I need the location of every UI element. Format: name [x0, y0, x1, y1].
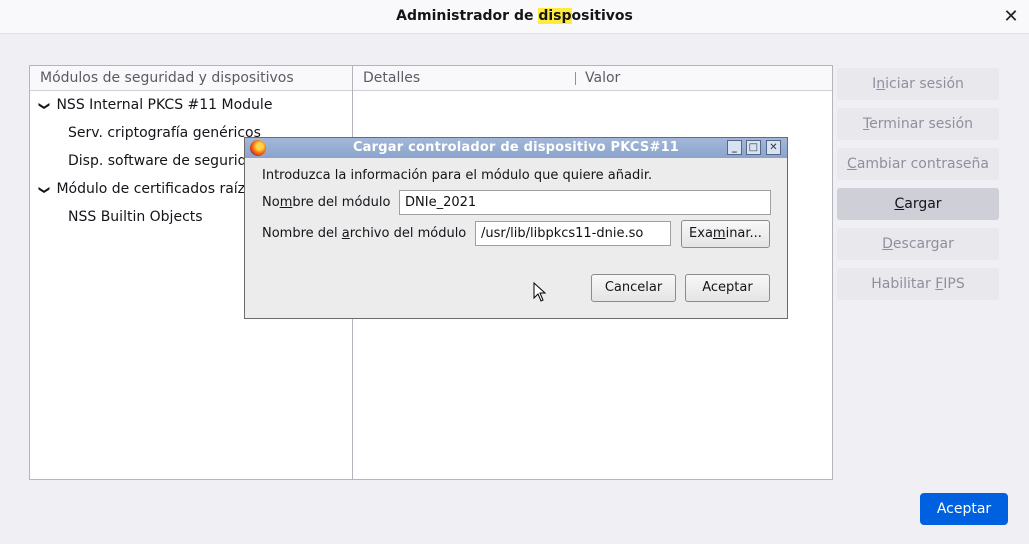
tree-item-label: Módulo de certificados raíz [56, 181, 246, 197]
dialog-close-icon[interactable]: ✕ [766, 140, 781, 155]
tree-column-header[interactable]: Módulos de seguridad y dispositivos [30, 66, 352, 91]
unload-button[interactable]: Descargar [837, 228, 999, 260]
logout-button[interactable]: Terminar sesión [837, 108, 999, 140]
cancel-button[interactable]: Cancelar [591, 274, 676, 302]
firefox-icon [250, 140, 266, 156]
maximize-icon[interactable]: □ [746, 140, 761, 155]
load-device-dialog: Cargar controlador de dispositivo PKCS#1… [244, 137, 788, 319]
minimize-icon[interactable]: _ [727, 140, 742, 155]
dialog-accept-button[interactable]: Aceptar [685, 274, 770, 302]
module-name-label: Nombre del módulo [262, 195, 391, 210]
window-title: Administrador de dispositivos [396, 8, 633, 24]
column-header-value[interactable]: Valor [585, 66, 620, 90]
dialog-title: Cargar controlador de dispositivo PKCS#1… [352, 140, 680, 155]
enable-fips-button[interactable]: Habilitar FIPS [837, 268, 999, 300]
mouse-cursor-icon [533, 282, 547, 302]
tree-item-nss-internal[interactable]: ❯ NSS Internal PKCS #11 Module [30, 91, 352, 119]
dialog-intro: Introduzca la información para el módulo… [262, 168, 653, 183]
login-button[interactable]: Iniciar sesión [837, 68, 999, 100]
module-file-label: Nombre del archivo del módulo [262, 226, 467, 241]
tree-item-label: NSS Internal PKCS #11 Module [56, 97, 273, 113]
column-separator[interactable] [575, 72, 576, 85]
title-highlight: disp [538, 8, 572, 24]
chevron-down-icon[interactable]: ❯ [30, 98, 58, 114]
accept-button[interactable]: Aceptar [920, 493, 1008, 525]
chevron-down-icon[interactable]: ❯ [30, 182, 58, 198]
change-password-button[interactable]: Cambiar contraseña [837, 148, 999, 180]
tree-item-label: Serv. criptografía genéricos [68, 125, 261, 141]
window-titlebar: Administrador de dispositivos ✕ [0, 0, 1029, 34]
tree-item-label: NSS Builtin Objects [68, 209, 203, 225]
module-name-input[interactable]: DNIe_2021 [399, 190, 771, 215]
details-header: Detalles Valor [353, 66, 832, 91]
window-close-icon[interactable]: ✕ [999, 5, 1023, 29]
browse-button[interactable]: Examinar... [681, 220, 770, 248]
tree-item-label: Disp. software de seguridad [68, 153, 264, 169]
column-header-details[interactable]: Detalles [363, 66, 420, 90]
module-file-input[interactable]: /usr/lib/libpkcs11-dnie.so [475, 221, 671, 246]
dialog-titlebar[interactable]: Cargar controlador de dispositivo PKCS#1… [245, 138, 787, 158]
load-button[interactable]: Cargar [837, 188, 999, 220]
